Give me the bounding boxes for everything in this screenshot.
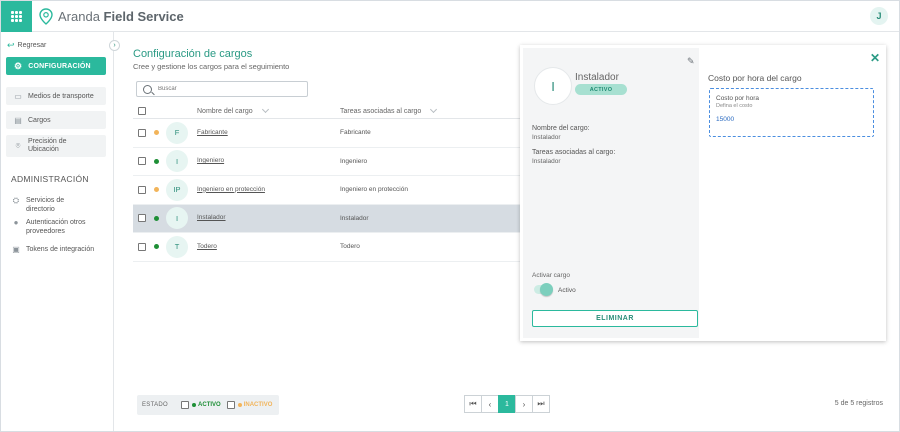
- row-avatar: I: [166, 150, 188, 173]
- cargo-detail-panel: ✎ I Instalador ACTIVO Nombre del cargo: …: [520, 45, 886, 341]
- first-page-button[interactable]: ⏮: [464, 395, 482, 413]
- status-dot: [154, 158, 159, 164]
- close-icon[interactable]: ✕: [870, 51, 880, 65]
- car-icon: ▭: [14, 91, 22, 101]
- row-checkbox[interactable]: [138, 185, 146, 194]
- row-name-link[interactable]: Fabricante: [197, 129, 277, 137]
- lock-icon: ●: [13, 218, 19, 227]
- id-card-icon: ▤: [14, 115, 22, 125]
- row-tasks: Instalador: [340, 214, 369, 222]
- status-dot: [154, 187, 159, 193]
- row-tasks: Todero: [340, 243, 360, 251]
- chevron-right-icon: ›: [113, 42, 116, 49]
- page-subtitle: Cree y gestione los cargos para el segui…: [133, 62, 290, 71]
- tasks-value: Instalador: [532, 158, 561, 165]
- row-avatar: T: [166, 235, 188, 258]
- page-button-current[interactable]: 1: [498, 395, 516, 413]
- row-avatar: IP: [166, 178, 188, 201]
- filter-inactive-checkbox[interactable]: [226, 401, 235, 409]
- first-page-icon: ⏮: [469, 399, 477, 408]
- row-name-link[interactable]: Ingeniero en protección: [197, 186, 277, 194]
- cost-section-title: Costo por hora del cargo: [708, 73, 802, 83]
- sidebar-item-autenticacion[interactable]: ● Autenticación otros proveedores: [11, 218, 111, 236]
- app-window: Aranda Field Service J ↩ Regresar ⚙ CONF…: [0, 0, 900, 432]
- return-arrow-icon: ↩: [7, 40, 15, 50]
- brand-logo: Aranda Field Service: [39, 8, 184, 25]
- column-header-name[interactable]: Nombre del cargo: [197, 105, 269, 115]
- sidebar-item-medios-transporte[interactable]: ▭ Medios de transporte: [6, 87, 106, 105]
- status-filter: ESTADO ACTIVO INACTIVO: [137, 395, 279, 415]
- toggle-label: Activo: [558, 287, 576, 294]
- sidebar: ↩ Regresar ⚙ CONFIGURACIÓN ▭ Medios de t…: [1, 32, 114, 431]
- cost-label: Costo por hora: [716, 95, 759, 102]
- inactive-dot: [237, 403, 242, 407]
- status-dot: [154, 244, 159, 250]
- prev-page-button[interactable]: ‹: [481, 395, 499, 413]
- chevron-down-icon: [430, 105, 438, 114]
- brand-name: Aranda Field Service: [58, 9, 184, 24]
- pagination: ⏮ ‹ 1 › ⏭: [464, 395, 550, 413]
- name-label: Nombre del cargo:: [532, 125, 590, 132]
- records-count: 5 de 5 registros: [834, 400, 883, 407]
- row-tasks: Ingeniero: [340, 157, 368, 165]
- search-icon: [143, 84, 152, 94]
- page-title: Configuración de cargos: [133, 48, 253, 60]
- gear-icon: ⚙: [14, 60, 23, 71]
- admin-section-title: ADMINISTRACIÓN: [11, 174, 89, 184]
- next-page-button[interactable]: ›: [515, 395, 533, 413]
- status-dot: [154, 130, 159, 136]
- column-header-tasks[interactable]: Tareas asociadas al cargo: [340, 105, 438, 115]
- last-page-icon: ⏭: [537, 399, 545, 408]
- row-name-link[interactable]: Instalador: [197, 214, 277, 222]
- chevron-left-icon: ‹: [488, 399, 492, 409]
- cargo-summary: ✎ I Instalador ACTIVO Nombre del cargo: …: [523, 48, 699, 338]
- row-checkbox[interactable]: [138, 214, 146, 223]
- sidebar-item-tokens[interactable]: ▣ Tokens de integración: [11, 245, 111, 254]
- search-box[interactable]: [136, 81, 308, 97]
- row-tasks: Fabricante: [340, 129, 371, 137]
- cost-helper: Defina el costo: [716, 103, 753, 109]
- row-avatar: I: [166, 207, 188, 230]
- back-link[interactable]: ↩ Regresar: [7, 40, 46, 51]
- cargo-avatar: I: [534, 67, 572, 105]
- tasks-label: Tareas asociadas al cargo:: [532, 149, 616, 156]
- apps-menu-button[interactable]: [1, 1, 32, 32]
- cost-field[interactable]: Costo por hora Defina el costo 15000: [709, 88, 874, 137]
- sidebar-item-servicios-directorio[interactable]: ⛭ Servicios de directorio: [11, 196, 111, 214]
- row-checkbox[interactable]: [138, 157, 146, 166]
- filter-active-checkbox[interactable]: [181, 401, 190, 409]
- location-pin-icon: [39, 8, 53, 25]
- user-avatar[interactable]: J: [870, 7, 888, 25]
- directory-icon: ⛭: [12, 196, 20, 205]
- status-dot: [154, 215, 159, 221]
- sidebar-item-configuracion[interactable]: ⚙ CONFIGURACIÓN: [6, 57, 106, 75]
- chevron-right-icon: ›: [522, 399, 526, 409]
- sidebar-item-cargos[interactable]: ▤ Cargos: [6, 111, 106, 129]
- grid-icon: [11, 11, 22, 22]
- select-all-checkbox[interactable]: [138, 107, 146, 115]
- pencil-icon[interactable]: ✎: [687, 56, 695, 67]
- active-dot: [192, 403, 197, 407]
- toggle-knob[interactable]: [540, 283, 553, 296]
- row-checkbox[interactable]: [138, 128, 146, 137]
- token-icon: ▣: [12, 245, 20, 254]
- last-page-button[interactable]: ⏭: [532, 395, 550, 413]
- row-name-link[interactable]: Ingeniero: [197, 157, 277, 165]
- sidebar-collapse-button[interactable]: ›: [109, 40, 120, 51]
- name-value: Instalador: [532, 134, 561, 141]
- cost-input[interactable]: 15000: [716, 116, 867, 123]
- row-tasks: Ingeniero en protección: [340, 186, 408, 194]
- sidebar-item-precision-ubicacion[interactable]: ⌾ Precisión de Ubicación: [6, 135, 106, 157]
- search-input[interactable]: [158, 86, 298, 92]
- chevron-down-icon: [261, 105, 269, 114]
- location-icon: ⌾: [15, 141, 21, 150]
- cargo-name: Instalador: [575, 72, 619, 83]
- row-name-link[interactable]: Todero: [197, 243, 277, 251]
- row-avatar: F: [166, 121, 188, 144]
- activate-label: Activar cargo: [532, 272, 570, 279]
- top-header: Aranda Field Service J: [1, 1, 899, 32]
- row-checkbox[interactable]: [138, 242, 146, 251]
- status-badge: ACTIVO: [575, 84, 627, 95]
- delete-button[interactable]: ELIMINAR: [532, 310, 698, 327]
